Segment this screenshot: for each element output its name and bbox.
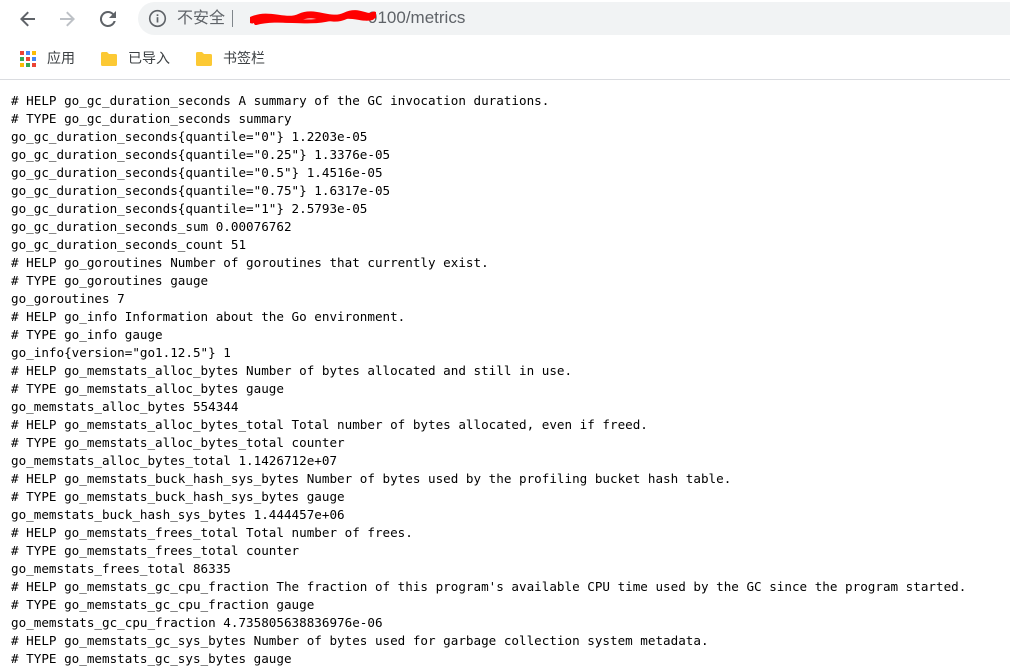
- metric-line: # HELP go_memstats_gc_sys_bytes Number o…: [11, 633, 709, 648]
- bookmark-apps[interactable]: 应用: [20, 48, 75, 70]
- metric-line: # TYPE go_memstats_gc_sys_bytes gauge: [11, 651, 292, 666]
- metric-line: go_gc_duration_seconds{quantile="0"} 1.2…: [11, 129, 368, 144]
- metric-line: go_memstats_alloc_bytes 554344: [11, 399, 239, 414]
- metric-line: # HELP go_memstats_gc_cpu_fraction The f…: [11, 579, 967, 594]
- arrow-left-icon: [20, 11, 35, 27]
- reload-button[interactable]: [94, 5, 122, 33]
- url-path: 9100/metrics: [368, 8, 466, 27]
- metric-line: go_memstats_frees_total 86335: [11, 561, 231, 576]
- metric-line: # HELP go_memstats_alloc_bytes_total Tot…: [11, 417, 648, 432]
- bookmarks-bar: 应用 已导入 书签栏: [0, 38, 1010, 80]
- bookmark-label: 书签栏: [223, 51, 265, 67]
- metric-line: go_info{version="go1.12.5"} 1: [11, 345, 231, 360]
- metric-line: # HELP go_memstats_frees_total Total num…: [11, 525, 413, 540]
- arrow-right-icon: [60, 11, 75, 27]
- metric-line: go_gc_duration_seconds{quantile="0.5"} 1…: [11, 165, 383, 180]
- info-icon[interactable]: [148, 9, 167, 28]
- bookmark-label: 已导入: [128, 51, 170, 67]
- metric-line: # TYPE go_memstats_frees_total counter: [11, 543, 300, 558]
- metric-line: go_gc_duration_seconds{quantile="0.75"} …: [11, 183, 391, 198]
- folder-icon: [196, 52, 212, 66]
- bookmark-label: 应用: [47, 51, 75, 67]
- metric-line: # TYPE go_gc_duration_seconds summary: [11, 111, 292, 126]
- redaction-scribble: [250, 10, 376, 25]
- bookmark-imported[interactable]: 已导入: [100, 48, 170, 70]
- forward-button[interactable]: [53, 5, 81, 33]
- metric-line: go_gc_duration_seconds_count 51: [11, 237, 247, 252]
- metric-line: go_gc_duration_seconds{quantile="0.25"} …: [11, 147, 391, 162]
- metric-line: go_gc_duration_seconds_sum 0.00076762: [11, 219, 292, 234]
- address-bar[interactable]: 不安全 9100/metrics: [138, 2, 1010, 35]
- metric-line: # HELP go_memstats_buck_hash_sys_bytes N…: [11, 471, 732, 486]
- folder-icon: [101, 52, 117, 66]
- browser-toolbar: 不安全 9100/metrics: [0, 0, 1010, 38]
- metric-line: # TYPE go_goroutines gauge: [11, 273, 209, 288]
- address-divider: [232, 10, 233, 27]
- not-secure-label[interactable]: 不安全: [177, 8, 225, 28]
- metric-line: # TYPE go_memstats_gc_cpu_fraction gauge: [11, 597, 315, 612]
- metric-line: go_memstats_alloc_bytes_total 1.1426712e…: [11, 453, 338, 468]
- metric-line: go_memstats_gc_cpu_fraction 4.7358056388…: [11, 615, 383, 630]
- metric-line: # HELP go_info Information about the Go …: [11, 309, 406, 324]
- apps-grid-icon: [20, 50, 37, 68]
- metric-line: # TYPE go_info gauge: [11, 327, 163, 342]
- metric-line: # TYPE go_memstats_buck_hash_sys_bytes g…: [11, 489, 345, 504]
- metric-line: go_gc_duration_seconds{quantile="1"} 2.5…: [11, 201, 368, 216]
- metric-line: # HELP go_goroutines Number of goroutine…: [11, 255, 489, 270]
- metric-line: # HELP go_memstats_alloc_bytes Number of…: [11, 363, 573, 378]
- metric-line: # HELP go_gc_duration_seconds A summary …: [11, 93, 550, 108]
- metric-line: go_goroutines 7: [11, 291, 125, 306]
- metric-line: go_memstats_buck_hash_sys_bytes 1.444457…: [11, 507, 345, 522]
- metric-line: # TYPE go_memstats_alloc_bytes_total cou…: [11, 435, 345, 450]
- metrics-text: # HELP go_gc_duration_seconds A summary …: [11, 92, 1010, 668]
- back-button[interactable]: [14, 5, 42, 33]
- reload-icon: [99, 10, 116, 27]
- bookmark-bookmarks-bar[interactable]: 书签栏: [195, 48, 265, 70]
- metric-line: # TYPE go_memstats_alloc_bytes gauge: [11, 381, 284, 396]
